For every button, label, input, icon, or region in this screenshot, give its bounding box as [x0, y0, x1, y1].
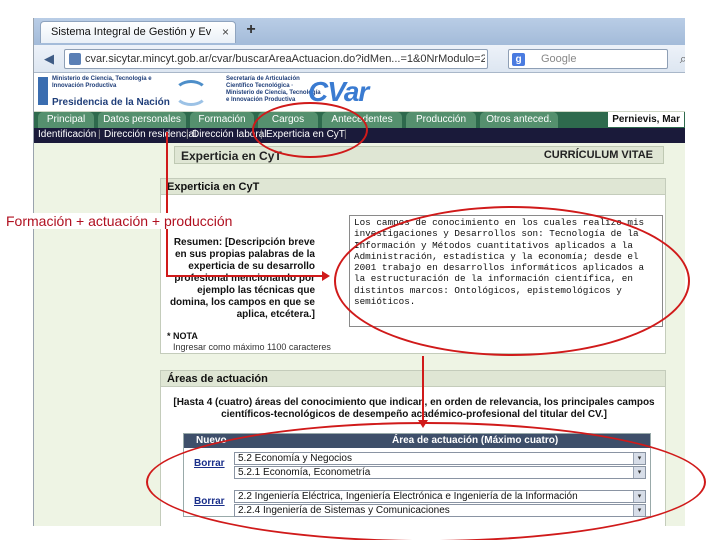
- subnav-direccion-residencial[interactable]: Dirección residencial: [104, 128, 196, 142]
- nav-datos-personales[interactable]: Datos personales: [98, 112, 186, 128]
- nav-produccion[interactable]: Producción: [406, 112, 476, 128]
- nav-otros-antecedentes[interactable]: Otros anteced.: [480, 112, 558, 128]
- user-name: Pernievis, Mar: [608, 112, 684, 127]
- title-bar: Sistema Integral de Gestión y Eva... × +: [34, 18, 685, 45]
- highlight-ellipse-cargos: [252, 102, 368, 158]
- url-text: cvar.sicytar.mincyt.gob.ar/cvar/buscarAr…: [85, 53, 485, 65]
- subnav-identificacion[interactable]: Identificación: [38, 128, 96, 142]
- page-header-strip: Experticia en CyT CURRÍCULUM VITAE: [174, 146, 664, 164]
- areas-title: Áreas de actuación: [167, 373, 268, 385]
- tab-title: Sistema Integral de Gestión y Eva...: [51, 26, 211, 38]
- connector-line: [422, 356, 424, 422]
- page-title: Experticia en CyT: [181, 149, 282, 163]
- arrow-head-icon: [418, 420, 428, 428]
- ministry-name: Ministerio de Ciencia, Tecnología e Inno…: [52, 76, 152, 89]
- subnav-separator: |: [186, 129, 189, 140]
- highlight-ellipse-resumen: [334, 206, 690, 356]
- ministry-logo: [38, 77, 48, 105]
- back-arrow-icon[interactable]: ◀: [40, 50, 58, 68]
- nav-principal[interactable]: Principal: [38, 112, 94, 128]
- cv-label: CURRÍCULUM VITAE: [543, 149, 653, 161]
- tab-close-icon[interactable]: ×: [222, 25, 229, 39]
- resumen-label: Resumen: [Descripción breve en sus propi…: [169, 237, 315, 320]
- site-favicon-icon: [69, 53, 81, 65]
- areas-instructions: [Hasta 4 (cuatro) áreas del conocimiento…: [173, 397, 655, 420]
- highlight-ellipse-areas: [146, 422, 706, 540]
- address-bar[interactable]: cvar.sicytar.mincyt.gob.ar/cvar/buscarAr…: [64, 49, 488, 69]
- secretaria-logo: [174, 80, 208, 106]
- nota-label: * NOTA: [167, 331, 198, 341]
- site-banner: Ministerio de Ciencia, Tecnología e Inno…: [34, 74, 685, 112]
- nav-formacion[interactable]: Formación: [190, 112, 254, 128]
- google-icon: g: [512, 53, 525, 66]
- areas-header: Áreas de actuación: [161, 371, 665, 387]
- arrow-head-icon: [322, 271, 330, 281]
- subnav-separator: |: [98, 129, 101, 140]
- navigation-bar: ◀ cvar.sicytar.mincyt.gob.ar/cvar/buscar…: [34, 45, 685, 73]
- presidencia-text: Presidencia de la Nación: [52, 97, 170, 108]
- annotation-label: Formación + actuación + producción: [6, 213, 233, 229]
- browser-tab[interactable]: Sistema Integral de Gestión y Eva... ×: [40, 21, 236, 43]
- new-tab-button[interactable]: +: [240, 22, 262, 40]
- experticia-header: Experticia en CyT: [161, 179, 665, 195]
- nota-hint: Ingresar como máximo 1100 caracteres: [173, 342, 331, 352]
- search-engine-label: Google: [541, 53, 577, 65]
- connector-line: [166, 132, 168, 277]
- connector-line: [166, 275, 324, 277]
- experticia-title: Experticia en CyT: [167, 181, 260, 193]
- search-box[interactable]: g Google ⌕: [508, 49, 685, 69]
- magnifier-icon[interactable]: ⌕: [680, 51, 685, 67]
